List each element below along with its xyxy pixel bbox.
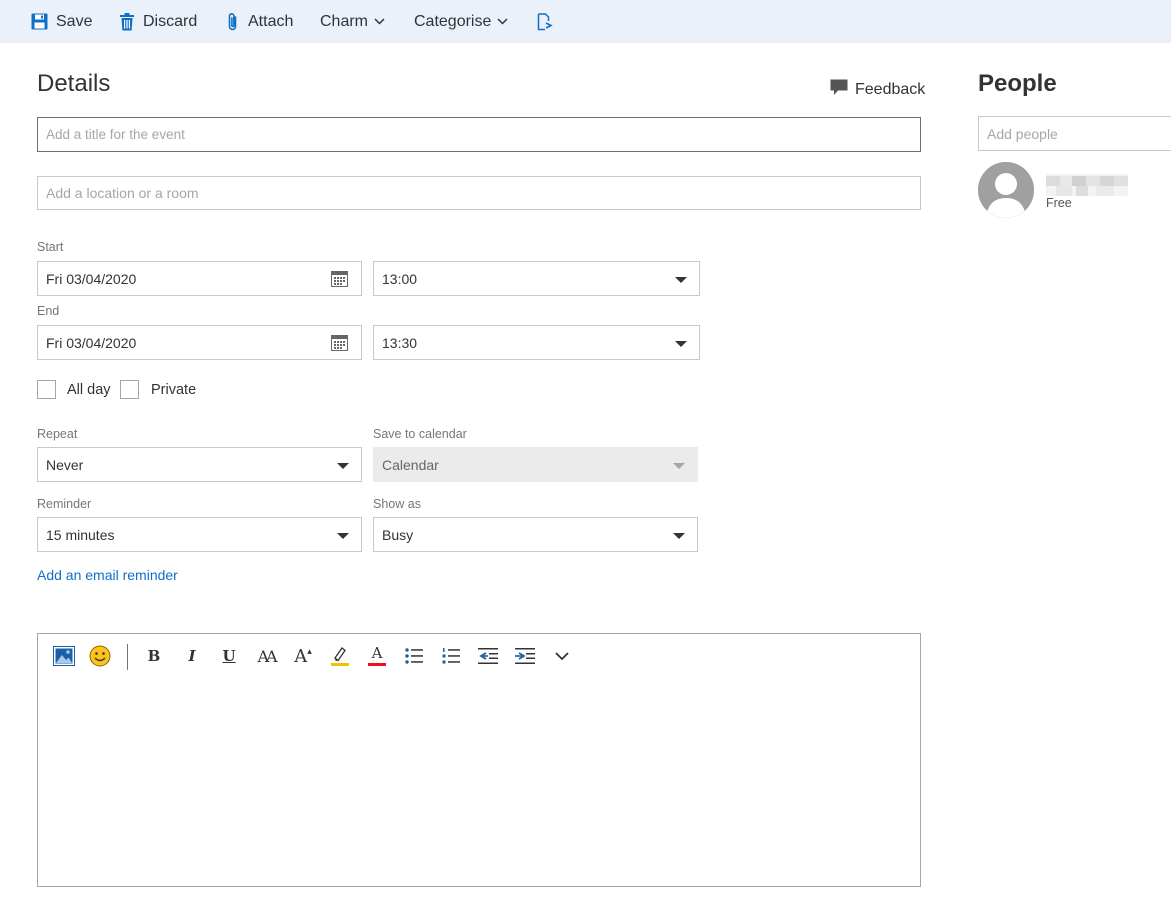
private-label[interactable]: Private [151,382,196,398]
font-size-icon[interactable]: AA [252,644,280,668]
reminder-dropdown[interactable]: 15 minutes [37,517,362,552]
end-date-value: Fri 03/04/2020 [46,334,137,351]
reminder-label: Reminder [37,497,92,511]
dropdown-arrow-icon [337,533,349,539]
save-icon [31,13,48,30]
repeat-label: Repeat [37,427,78,441]
save-to-calendar-value: Calendar [382,456,439,473]
feedback-button[interactable]: Feedback [830,79,925,101]
details-heading: Details [37,70,111,97]
increase-indent-icon[interactable] [513,644,537,668]
chevron-down-icon [497,18,508,25]
grow-font-icon[interactable]: A ▴ [291,644,315,668]
charm-dropdown[interactable]: Charm [320,0,385,43]
add-email-reminder-link[interactable]: Add an email reminder [37,567,178,583]
calendar-icon[interactable] [331,335,348,354]
end-date-picker[interactable]: Fri 03/04/2020 [37,325,362,360]
dropdown-arrow-icon [675,341,687,347]
dropdown-arrow-icon [673,463,685,469]
save-button[interactable]: Save [31,0,92,43]
italic-icon[interactable]: I [180,644,204,668]
show-as-dropdown[interactable]: Busy [373,517,698,552]
pop-out-button[interactable] [537,0,553,43]
discard-button[interactable]: Discard [119,0,197,43]
avatar [978,162,1034,218]
charm-label: Charm [320,12,369,30]
attendee-name-redacted [1046,174,1128,196]
dropdown-arrow-icon [675,277,687,283]
underline-icon[interactable]: U [217,644,241,668]
show-as-value: Busy [382,526,414,543]
all-day-checkbox[interactable] [37,380,56,399]
person-icon [978,162,1034,218]
bullets-icon[interactable] [402,644,426,668]
up-caret-icon: ▴ [307,645,312,656]
discard-label: Discard [143,12,198,30]
toolbar-divider [127,644,128,670]
numbering-icon[interactable] [439,644,463,668]
people-heading: People [978,70,1057,97]
repeat-value: Never [46,456,84,473]
location-input[interactable] [37,176,921,210]
save-label: Save [56,12,93,30]
save-to-calendar-dropdown: Calendar [373,447,698,482]
trash-icon [119,12,135,31]
dropdown-arrow-icon [337,463,349,469]
grow-font-glyph: A [294,645,308,667]
attach-label: Attach [248,12,294,30]
show-as-label: Show as [373,497,421,511]
end-time-value: 13:30 [382,334,418,351]
event-title-input[interactable] [37,117,921,152]
pop-out-icon [537,12,553,31]
decrease-indent-icon[interactable] [476,644,500,668]
bold-icon[interactable]: B [142,644,166,668]
categorise-label: Categorise [414,12,492,30]
highlight-icon[interactable] [328,644,352,668]
attendee-status: Free [1046,196,1072,210]
calendar-icon[interactable] [331,271,348,290]
save-to-calendar-label: Save to calendar [373,427,467,441]
dropdown-arrow-icon [673,533,685,539]
start-time-value: 13:00 [382,270,418,287]
event-body-editor[interactable]: B I U AA A ▴ A [37,633,921,887]
repeat-dropdown[interactable]: Never [37,447,362,482]
start-date-picker[interactable]: Fri 03/04/2020 [37,261,362,296]
more-options-icon[interactable] [550,644,574,668]
start-date-value: Fri 03/04/2020 [46,270,137,287]
start-label: Start [37,240,64,254]
emoji-icon[interactable] [88,644,112,668]
end-label: End [37,304,60,318]
reminder-value: 15 minutes [46,526,115,543]
attach-button[interactable]: Attach [226,0,293,43]
speech-bubble-icon [830,79,848,101]
add-people-input[interactable] [978,116,1171,151]
private-checkbox[interactable] [120,380,139,399]
end-time-dropdown[interactable]: 13:30 [373,325,700,360]
chevron-down-icon [374,18,385,25]
categorise-dropdown[interactable]: Categorise [414,0,508,43]
font-color-swatch [368,663,386,666]
paperclip-icon [226,12,240,32]
feedback-label: Feedback [855,81,926,98]
start-time-dropdown[interactable]: 13:00 [373,261,700,296]
all-day-label[interactable]: All day [67,382,111,398]
insert-picture-icon[interactable] [52,644,76,668]
command-bar: Save Discard Attach Charm Categorise [0,0,1171,43]
font-color-icon[interactable]: A [365,644,389,668]
font-color-glyph: A [371,644,383,662]
